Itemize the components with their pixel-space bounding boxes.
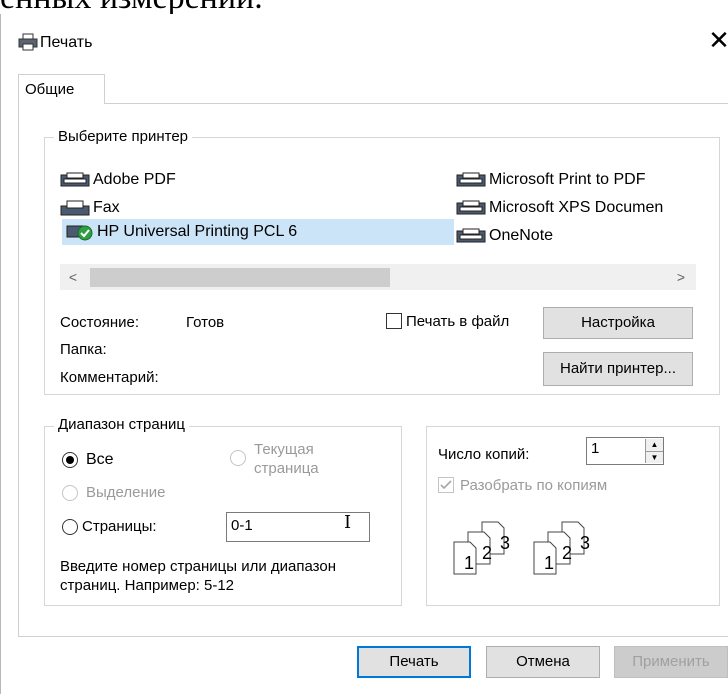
copies-spinner[interactable]: ▲ ▼: [645, 439, 663, 463]
radio-current-page[interactable]: [230, 450, 246, 466]
current-page-line2: страница: [254, 460, 319, 477]
printer-item-onenote[interactable]: OneNote: [456, 224, 663, 248]
status-label: Состояние:: [60, 314, 140, 331]
hint-line2: страниц. Например: 5-12: [60, 577, 235, 594]
printer-item-hp[interactable]: HP Universal Printing PCL 6: [66, 220, 297, 244]
page-range-label: Диапазон страниц: [54, 416, 189, 433]
radio-selection[interactable]: [62, 485, 78, 501]
scroll-right-arrow-icon[interactable]: >: [670, 264, 692, 290]
radio-pages-label: Страницы:: [82, 518, 157, 535]
collate-label: Разобрать по копиям: [460, 477, 608, 494]
print-button[interactable]: Печать: [357, 646, 471, 678]
radio-pages[interactable]: [62, 519, 78, 535]
collate-set-1: [453, 521, 505, 575]
radio-all-label: Все: [86, 451, 114, 468]
status-value: Готов: [186, 314, 225, 331]
printer-name: HP Universal Printing PCL 6: [97, 223, 298, 240]
printer-item-adobe-pdf[interactable]: Adobe PDF: [60, 168, 176, 192]
radio-all[interactable]: [62, 452, 78, 468]
close-button[interactable]: ✕: [704, 26, 728, 54]
printer-name: Microsoft XPS Documen: [489, 199, 664, 216]
printer-name: Microsoft Print to PDF: [489, 171, 646, 188]
default-printer-check-icon: [66, 225, 93, 241]
copies-label: Число копий:: [438, 446, 530, 463]
printer-name: Fax: [93, 199, 120, 216]
spin-up-icon[interactable]: ▲: [646, 439, 663, 451]
printer-list-right: Microsoft Print to PDF Microsoft XPS Doc…: [456, 168, 663, 248]
collate-set-2: [533, 521, 585, 575]
radio-selection-label: Выделение: [86, 484, 166, 501]
printer-item-ms-xps[interactable]: Microsoft XPS Documen: [456, 196, 663, 220]
dialog-title: Печать: [40, 34, 93, 51]
hint-line1: Введите номер страницы или диапазон: [60, 558, 336, 575]
printer-group-label: Выберите принтер: [54, 128, 192, 145]
spin-down-icon[interactable]: ▼: [646, 451, 663, 464]
printer-list-left: Adobe PDF Fax: [60, 168, 176, 220]
cancel-button[interactable]: Отмена: [486, 646, 600, 678]
fax-icon: [60, 200, 90, 216]
printer-small-icon: [456, 172, 486, 187]
printer-small-icon: [456, 200, 486, 215]
print-to-file-checkbox[interactable]: [386, 313, 402, 329]
collate-checkbox[interactable]: [438, 477, 454, 493]
scroll-left-arrow-icon[interactable]: <: [62, 264, 84, 290]
print-to-file-label: Печать в файл: [406, 313, 510, 330]
printer-item-fax[interactable]: Fax: [60, 196, 176, 220]
printer-item-ms-print-pdf[interactable]: Microsoft Print to PDF: [456, 168, 663, 192]
radio-current-page-label: Текущая страница: [254, 440, 319, 478]
page-number-1: 1: [464, 553, 475, 573]
printer-small-icon: [60, 172, 90, 187]
settings-button[interactable]: Настройка: [543, 307, 693, 339]
printer-name: Adobe PDF: [93, 171, 176, 188]
current-page-line1: Текущая: [254, 441, 314, 458]
page-range-hint: Введите номер страницы или диапазон стра…: [60, 557, 336, 595]
copies-value: 1: [591, 440, 600, 457]
printer-small-icon: [456, 228, 486, 243]
page-number-2b: 2: [562, 543, 573, 563]
find-printer-button[interactable]: Найти принтер...: [543, 352, 693, 386]
apply-button[interactable]: Применить: [614, 646, 728, 678]
comment-label: Комментарий:: [60, 369, 159, 386]
tab-general[interactable]: Общие: [18, 74, 105, 104]
check-icon: [440, 480, 452, 490]
folder-label: Папка:: [60, 341, 107, 358]
pages-input-value: 0-1: [231, 517, 253, 534]
page-number-3b: 3: [580, 533, 591, 553]
scrollbar-thumb[interactable]: [90, 268, 390, 287]
text-cursor-icon: I: [344, 512, 352, 533]
page-number-1b: 1: [544, 553, 555, 573]
printer-name: OneNote: [489, 227, 554, 244]
printer-icon: [18, 33, 38, 55]
page-number-3: 3: [500, 533, 511, 553]
page-number-2: 2: [482, 543, 493, 563]
